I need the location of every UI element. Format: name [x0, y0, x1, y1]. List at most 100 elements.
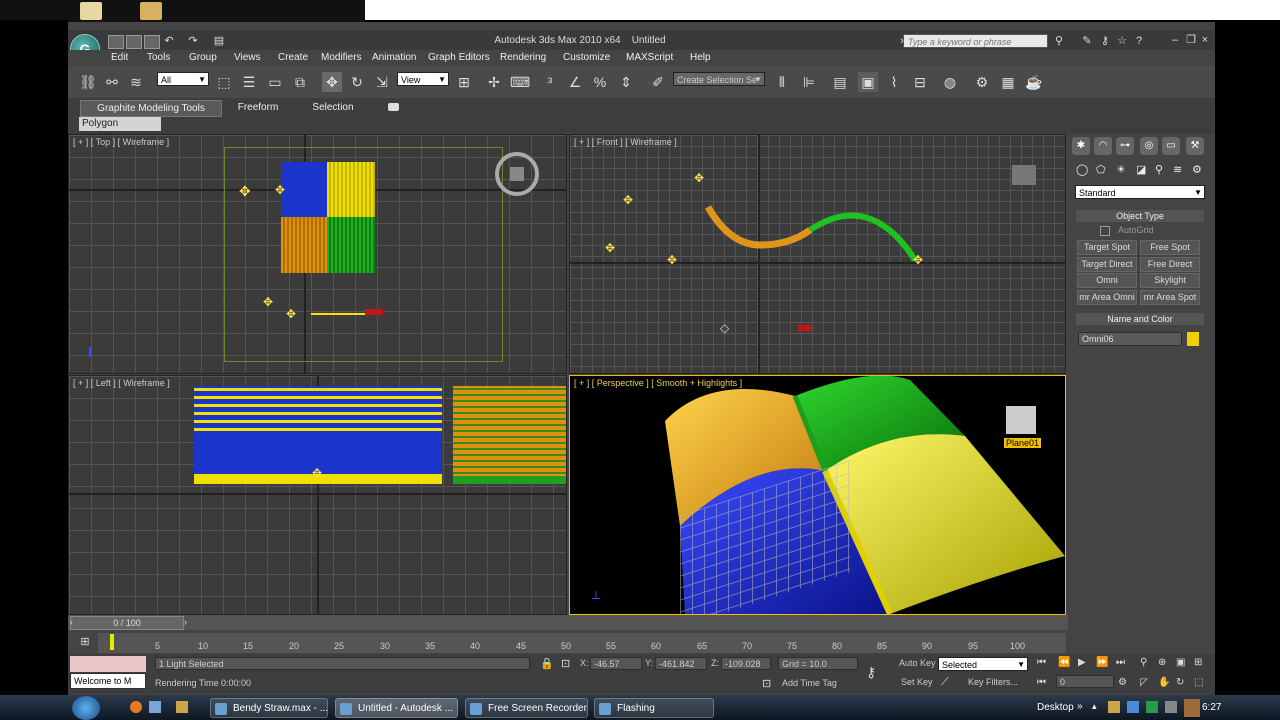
viewport-perspective[interactable]: [ + ] [ Perspective ] [ Smooth + Highlig…: [569, 375, 1066, 615]
y-coordinate-field[interactable]: -461.842: [655, 657, 707, 670]
play-icon[interactable]: ▶: [1078, 657, 1086, 668]
mirror-icon[interactable]: ⫴: [772, 72, 792, 92]
time-tag-icon[interactable]: ⊡: [762, 677, 771, 690]
cameras-icon[interactable]: ◪: [1136, 163, 1146, 176]
zoom-all-icon[interactable]: ⊕: [1158, 657, 1166, 668]
menu-edit[interactable]: Edit: [111, 52, 128, 63]
toolbar-chevron-icon[interactable]: »: [1077, 701, 1083, 712]
rect-selection-icon[interactable]: ▭: [265, 72, 285, 92]
key-filters-button[interactable]: Key Filters...: [968, 677, 1018, 687]
project-folder-icon[interactable]: ▤: [212, 34, 226, 48]
omni-light-icon[interactable]: ✥: [312, 466, 322, 480]
start-button-icon[interactable]: [72, 696, 100, 720]
desktop-archive-icon[interactable]: [140, 2, 162, 20]
window-crossing-icon[interactable]: ⧉: [290, 72, 310, 92]
omni-button[interactable]: Omni: [1077, 273, 1137, 288]
pivot-center-icon[interactable]: ⊞: [454, 72, 474, 92]
set-key-icon[interactable]: ⚷: [866, 664, 876, 681]
curve-editor-icon[interactable]: ⌇: [884, 72, 904, 92]
menu-animation[interactable]: Animation: [372, 52, 416, 63]
spacewarps-icon[interactable]: ≋: [1173, 163, 1182, 176]
move-icon[interactable]: ✥: [322, 72, 342, 92]
next-frame-icon[interactable]: ›: [184, 617, 187, 627]
viewcube-face[interactable]: [510, 167, 524, 181]
tray-up-icon[interactable]: ▴: [1092, 701, 1097, 712]
viewport-top-label[interactable]: [ + ] [ Top ] [ Wireframe ]: [73, 137, 169, 147]
graphite-toggle-icon[interactable]: ▣: [858, 72, 878, 92]
omni-light-icon[interactable]: ✥: [913, 253, 923, 267]
lights-icon[interactable]: ☀: [1116, 163, 1126, 176]
layer-manager-icon[interactable]: ▤: [830, 72, 850, 92]
help-icon[interactable]: ?: [1132, 34, 1146, 48]
show-desktop-icon[interactable]: [149, 701, 161, 713]
save-icon[interactable]: [144, 35, 160, 49]
tray-security-icon[interactable]: [1146, 701, 1158, 713]
angle-snap-icon[interactable]: ∠: [565, 72, 585, 92]
prev-frame-icon[interactable]: ‹: [70, 617, 73, 627]
select-object-icon[interactable]: ⬚: [214, 72, 234, 92]
render-setup-icon[interactable]: ⚙: [972, 72, 992, 92]
mr-area-omni-button[interactable]: mr Area Omni: [1077, 290, 1137, 305]
maxscript-listener-mini[interactable]: [70, 656, 146, 672]
select-link-icon[interactable]: ⛓: [78, 72, 98, 92]
menu-views[interactable]: Views: [234, 52, 261, 63]
maxscript-mini-input[interactable]: Welcome to M: [70, 673, 146, 689]
transform-gizmo-icon[interactable]: ◇: [720, 321, 729, 335]
add-time-tag[interactable]: Add Time Tag: [782, 678, 837, 688]
previous-frame-icon[interactable]: ⏪: [1058, 657, 1070, 668]
helpers-icon[interactable]: ⚲: [1155, 163, 1163, 176]
zoom-icon[interactable]: ⚲: [1140, 657, 1147, 668]
menu-tools[interactable]: Tools: [147, 52, 170, 63]
mr-area-spot-button[interactable]: mr Area Spot: [1140, 290, 1200, 305]
desktop-toolbar-label[interactable]: Desktop: [1037, 702, 1074, 713]
viewport-left[interactable]: [ + ] [ Left ] [ Wireframe ] ✥: [68, 375, 567, 615]
minimize-icon[interactable]: –: [1168, 33, 1182, 47]
rollout-name-and-color[interactable]: Name and Color: [1076, 313, 1204, 325]
auto-key-button[interactable]: Auto Key: [899, 658, 936, 668]
absolute-mode-icon[interactable]: ⊡: [561, 657, 570, 670]
render-teapot-icon[interactable]: ☕: [1024, 72, 1044, 92]
set-key-button[interactable]: Set Key: [901, 677, 933, 687]
snaps-toggle-icon[interactable]: ³: [540, 72, 560, 92]
current-frame-marker[interactable]: [110, 634, 114, 650]
viewport-front[interactable]: [ + ] [ Front ] [ Wireframe ] ✥ ✥ ✥ ✥ ✥ …: [569, 134, 1066, 374]
favorites-star-icon[interactable]: ☆: [1115, 34, 1129, 48]
light-category-dropdown[interactable]: Standard ▼: [1075, 185, 1205, 199]
zoom-extents-all-icon[interactable]: ⊞: [1194, 657, 1202, 668]
omni-light-icon[interactable]: ✥: [275, 183, 285, 197]
hierarchy-tab-icon[interactable]: ⊶: [1116, 137, 1134, 155]
skylight-button[interactable]: Skylight: [1140, 273, 1200, 288]
omni-light-icon[interactable]: ✥: [263, 295, 273, 309]
gizmo-x-arrow[interactable]: [798, 325, 812, 331]
polygon-modeling-panel[interactable]: Polygon Modeling: [79, 117, 161, 143]
time-slider-track[interactable]: [68, 615, 1068, 630]
selection-filter-dropdown[interactable]: All ▼: [157, 72, 209, 86]
schematic-view-icon[interactable]: ⊟: [910, 72, 930, 92]
omni-light-icon[interactable]: ✥: [239, 183, 251, 200]
omni-light-icon[interactable]: ✥: [667, 253, 677, 267]
task-flashing[interactable]: Flashing: [594, 698, 714, 718]
omni-light-icon[interactable]: ✥: [286, 307, 296, 321]
subscription-icon[interactable]: ⚷: [1098, 34, 1112, 48]
key-mode-toggle-icon[interactable]: ⏮: [1037, 677, 1046, 688]
display-tab-icon[interactable]: ▭: [1162, 137, 1180, 155]
default-tangent-icon[interactable]: ⟋: [941, 676, 949, 689]
time-slider[interactable]: 0 / 100: [70, 616, 184, 630]
key-mode-dropdown[interactable]: Selected ▼: [938, 657, 1028, 671]
object-label[interactable]: Plane01: [1004, 438, 1042, 448]
shapes-icon[interactable]: ⬠: [1096, 163, 1106, 176]
tray-network-icon[interactable]: [1127, 701, 1139, 713]
keyboard-shortcut-icon[interactable]: ⌨: [510, 72, 530, 92]
menu-rendering[interactable]: Rendering: [500, 52, 546, 63]
zoom-extents-icon[interactable]: ▣: [1176, 657, 1185, 668]
free-spot-button[interactable]: Free Spot: [1140, 240, 1200, 255]
tray-volume-icon[interactable]: [1165, 701, 1177, 713]
go-to-start-icon[interactable]: ⏮: [1037, 657, 1046, 668]
next-frame-icon[interactable]: ⏩: [1096, 657, 1108, 668]
object-name-field[interactable]: Omni06: [1078, 332, 1182, 346]
geometry-icon[interactable]: ◯: [1076, 163, 1088, 176]
scale-icon[interactable]: ⇲: [372, 72, 392, 92]
x-coordinate-field[interactable]: -46.57: [590, 657, 642, 670]
menu-help[interactable]: Help: [690, 52, 711, 63]
omni-light-icon[interactable]: ✥: [605, 241, 615, 255]
